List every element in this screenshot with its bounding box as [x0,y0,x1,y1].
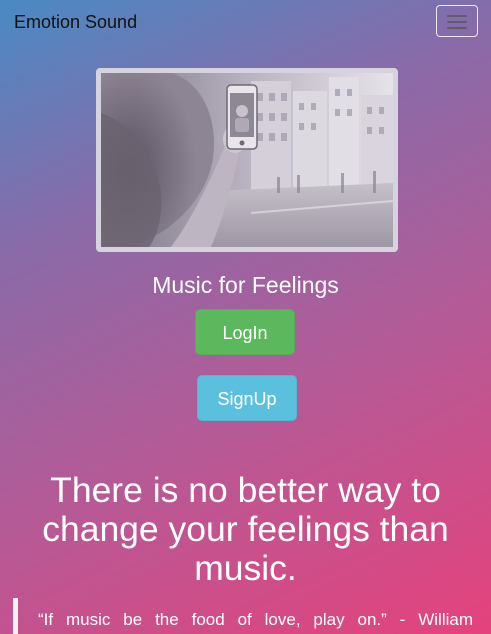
headline: There is no better way to change your fe… [42,470,449,588]
brand-link[interactable]: Emotion Sound [14,12,137,33]
quote-text: “If music be the food of love, play on.”… [38,610,473,629]
hero-image [96,68,398,252]
signup-button[interactable]: SignUp [197,375,297,421]
quote-block: “If music be the food of love, play on.”… [13,598,473,634]
selfie-photo-illustration [101,73,393,247]
login-button[interactable]: LogIn [195,309,295,355]
navbar-toggle-button[interactable] [436,5,478,37]
tagline: Music for Feelings [152,272,339,298]
navbar: Emotion Sound [0,0,491,44]
